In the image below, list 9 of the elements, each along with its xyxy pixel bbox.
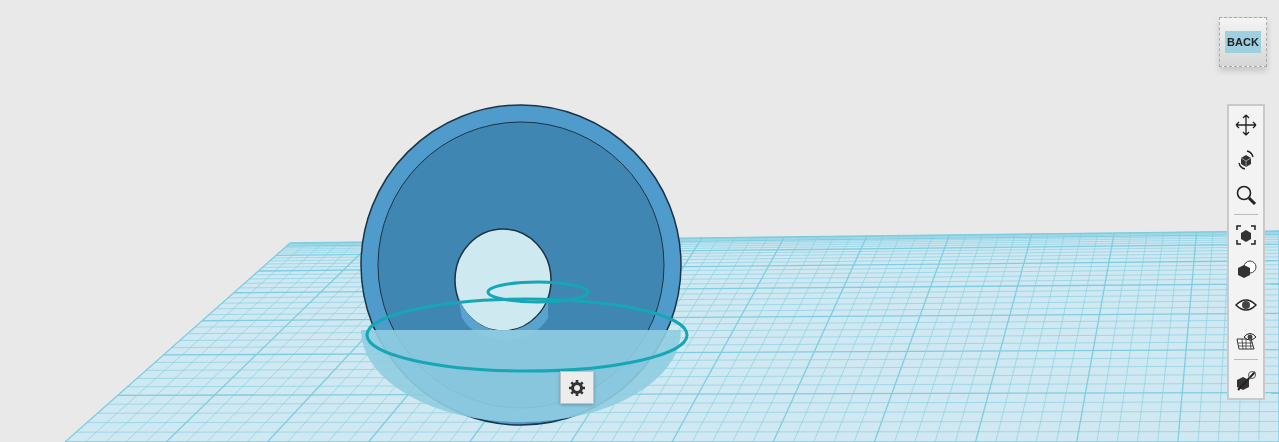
cube-sphere-icon [1235,258,1257,281]
view-cube[interactable]: BACK [1219,17,1267,67]
pan-icon [1235,113,1257,136]
settings-icon [568,378,586,397]
settings-button[interactable] [560,371,594,404]
cube-face-label: BACK [1225,31,1261,53]
crossed-cube-icon [1235,368,1257,391]
framed-cube-icon [1235,223,1257,246]
search-icon [1235,183,1257,206]
